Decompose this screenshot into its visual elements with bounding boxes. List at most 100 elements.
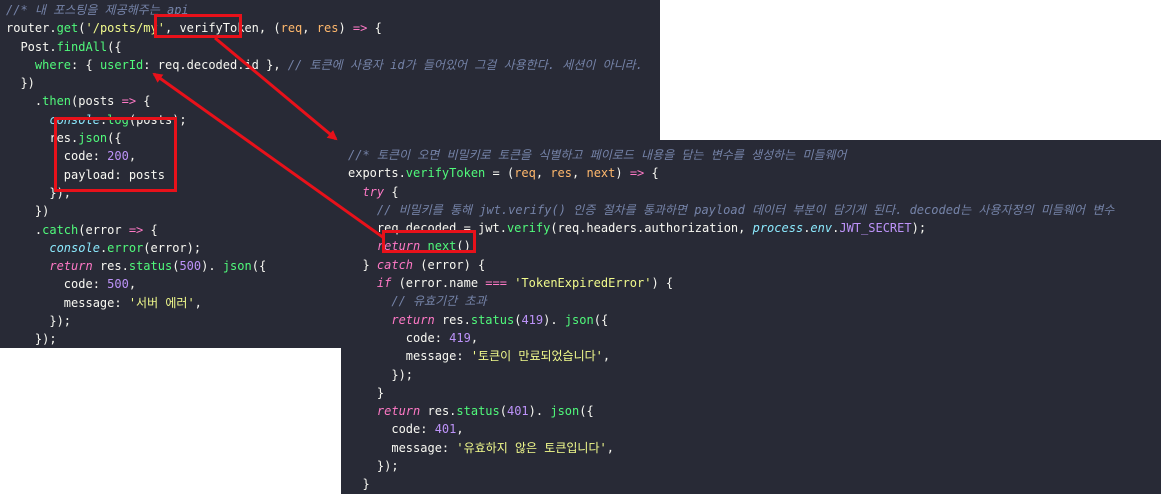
code-token: }: [348, 477, 370, 492]
code-token: (error) {: [413, 257, 486, 272]
code-token: .: [6, 94, 43, 109]
code-block-middleware: //* 토큰이 오면 비밀키로 토큰을 식별하고 페이로드 내용을 담는 변수를…: [348, 146, 1114, 494]
highlight-res-json: [54, 117, 177, 192]
code-token: res.: [420, 404, 457, 419]
code-token: get: [56, 21, 79, 36]
code-token: });: [348, 367, 414, 382]
code-line: }: [348, 475, 1114, 493]
code-token: (: [78, 21, 86, 36]
code-token: then: [42, 94, 72, 109]
code-token: ).: [543, 312, 565, 327]
code-token: verify: [506, 221, 551, 236]
code-token: json: [564, 312, 594, 327]
code-token: 500: [107, 277, 129, 292]
code-token: ({: [593, 312, 609, 327]
code-token: where: [34, 57, 72, 72]
code-token: =>: [121, 94, 137, 109]
code-token: }: [348, 257, 377, 272]
code-token: (req.headers.authorization,: [550, 221, 753, 236]
code-token: status: [128, 259, 173, 274]
code-token: ,: [535, 166, 551, 181]
code-token: res.: [92, 259, 129, 274]
code-line: where: { userId: req.decoded.id }, // 토큰…: [6, 56, 643, 74]
code-token: catch: [42, 222, 79, 237]
code-token: =>: [629, 166, 645, 181]
code-token: ,: [470, 330, 479, 345]
code-line: exports.verifyToken = (req, res, next) =…: [348, 164, 1114, 182]
code-token: verifyToken: [405, 166, 486, 181]
code-token: ).: [528, 404, 551, 419]
code-token: json: [550, 404, 580, 419]
code-token: : req.decoded.id },: [143, 57, 281, 72]
code-token: 'TokenExpiredError': [514, 276, 652, 291]
code-token: message:: [6, 295, 129, 310]
code-line: router.get('/posts/my', verifyToken, (re…: [6, 19, 643, 37]
code-token: });: [6, 314, 72, 329]
code-token: 419: [449, 330, 471, 345]
code-line: return res.status(419). json({: [348, 311, 1114, 329]
code-token: {: [367, 21, 382, 36]
code-token: code:: [348, 422, 435, 437]
code-token: 401: [434, 422, 457, 437]
code-token: ,: [606, 440, 614, 455]
code-token: code:: [348, 330, 450, 345]
code-token: 401: [506, 404, 529, 419]
code-token: return: [49, 259, 93, 274]
code-token: req: [514, 166, 536, 181]
code-token: .: [6, 222, 43, 237]
code-token: ===: [485, 276, 507, 291]
code-line: code: 401,: [348, 420, 1114, 438]
code-line: message: '토큰이 만료되었습니다',: [348, 347, 1114, 365]
code-token: = (: [485, 166, 515, 181]
code-line: });: [348, 457, 1114, 475]
code-token: ,: [302, 21, 317, 36]
code-token: res: [550, 166, 573, 181]
code-line: //* 내 포스팅을 제공해주는 api: [6, 1, 643, 19]
code-line: // 유효기간 초과: [348, 292, 1114, 310]
code-token: JWT_SECRET: [839, 221, 912, 236]
code-token: =>: [352, 21, 368, 36]
code-token: (error.name: [391, 276, 486, 291]
code-token: 419: [521, 312, 544, 327]
code-token: ,: [456, 422, 464, 437]
code-token: next: [586, 166, 616, 181]
code-token: //* 토큰이 오면 비밀키로 토큰을 식별하고 페이로드 내용을 담는 변수를…: [348, 148, 847, 162]
code-token: // 토큰에 사용자 id가 들어있어 그걸 사용한다. 세션이 아니라.: [280, 57, 643, 72]
code-token: status: [470, 312, 515, 327]
code-token: {: [384, 184, 399, 199]
code-token: catch: [376, 257, 414, 272]
code-token: (posts: [71, 94, 122, 109]
code-token: return: [391, 312, 435, 327]
code-token: ,: [128, 277, 137, 292]
code-line: }): [6, 74, 643, 92]
code-token: message:: [348, 440, 457, 455]
code-token: ({: [579, 404, 594, 419]
code-token: 500: [179, 259, 202, 274]
code-token: try: [362, 184, 385, 199]
code-line: try {: [348, 183, 1114, 201]
code-token: // 유효기간 초과: [348, 294, 487, 309]
code-token: message:: [348, 349, 471, 364]
code-token: });: [6, 332, 57, 347]
code-token: req: [280, 21, 303, 36]
code-token: {: [143, 222, 158, 237]
code-token: {: [644, 166, 659, 181]
code-token: (: [499, 404, 507, 419]
code-token: ,: [572, 166, 587, 181]
code-token: userId: [99, 57, 144, 72]
code-token: console: [49, 240, 100, 255]
code-token: env: [810, 221, 833, 236]
code-token: ,: [602, 349, 611, 364]
code-token: code:: [6, 277, 108, 292]
code-token: }): [6, 76, 35, 91]
code-token: // 비밀키를 통해 jwt.verify() 인증 절차를 통과하면 payl…: [348, 202, 1115, 217]
code-token: , (: [258, 21, 281, 36]
highlight-verify-token-call: [154, 14, 242, 38]
